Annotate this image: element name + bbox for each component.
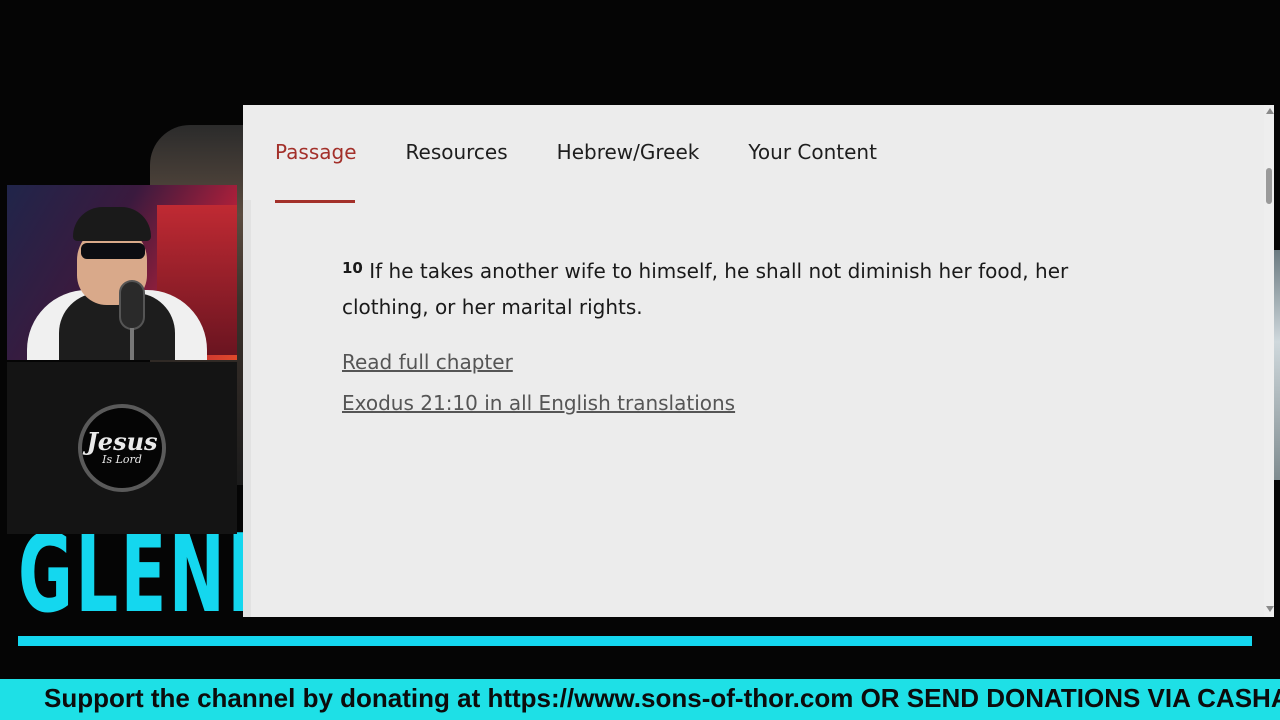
- ticker-text: Support the channel by donating at https…: [44, 683, 1280, 713]
- read-full-chapter-link[interactable]: Read full chapter: [342, 350, 513, 374]
- verse-text-block: 10 If he takes another wife to himself, …: [342, 250, 1142, 325]
- active-tab-indicator: [275, 200, 355, 203]
- verse-number: 10: [342, 259, 363, 277]
- microphone-stand: [130, 328, 134, 360]
- all-translations-link[interactable]: Exodus 21:10 in all English translations: [342, 391, 735, 415]
- webcam-person-cap: [73, 207, 151, 241]
- passage-tabs: Passage Resources Hebrew/Greek Your Cont…: [275, 140, 877, 164]
- scrollbar-thumb[interactable]: [1266, 168, 1272, 204]
- banner-divider: [18, 636, 1252, 646]
- tab-resources[interactable]: Resources: [406, 140, 508, 164]
- tab-passage[interactable]: Passage: [275, 140, 357, 164]
- tab-hebrew-greek[interactable]: Hebrew/Greek: [557, 140, 700, 164]
- scroll-down-icon[interactable]: [1266, 606, 1274, 612]
- scroll-up-icon[interactable]: [1266, 108, 1274, 114]
- donation-ticker: Support the channel by donating at https…: [0, 679, 1280, 720]
- logo-text-sub: Is Lord: [102, 453, 142, 466]
- panel-left-edge: [243, 200, 251, 617]
- tab-your-content[interactable]: Your Content: [748, 140, 877, 164]
- webcam-person-sunglasses: [81, 243, 145, 259]
- microphone-icon: [119, 280, 145, 330]
- stream-frame: GLENN CONTENT PRESENTS Jesus Is Lord Pas…: [0, 0, 1280, 720]
- logo-text-main: Jesus: [86, 427, 158, 456]
- jesus-is-lord-logo: Jesus Is Lord: [78, 404, 166, 492]
- logo-panel: Jesus Is Lord: [7, 362, 237, 534]
- webcam-feed: [7, 185, 237, 360]
- verse-text: If he takes another wife to himself, he …: [342, 259, 1069, 319]
- bible-passage-panel: Passage Resources Hebrew/Greek Your Cont…: [243, 105, 1265, 617]
